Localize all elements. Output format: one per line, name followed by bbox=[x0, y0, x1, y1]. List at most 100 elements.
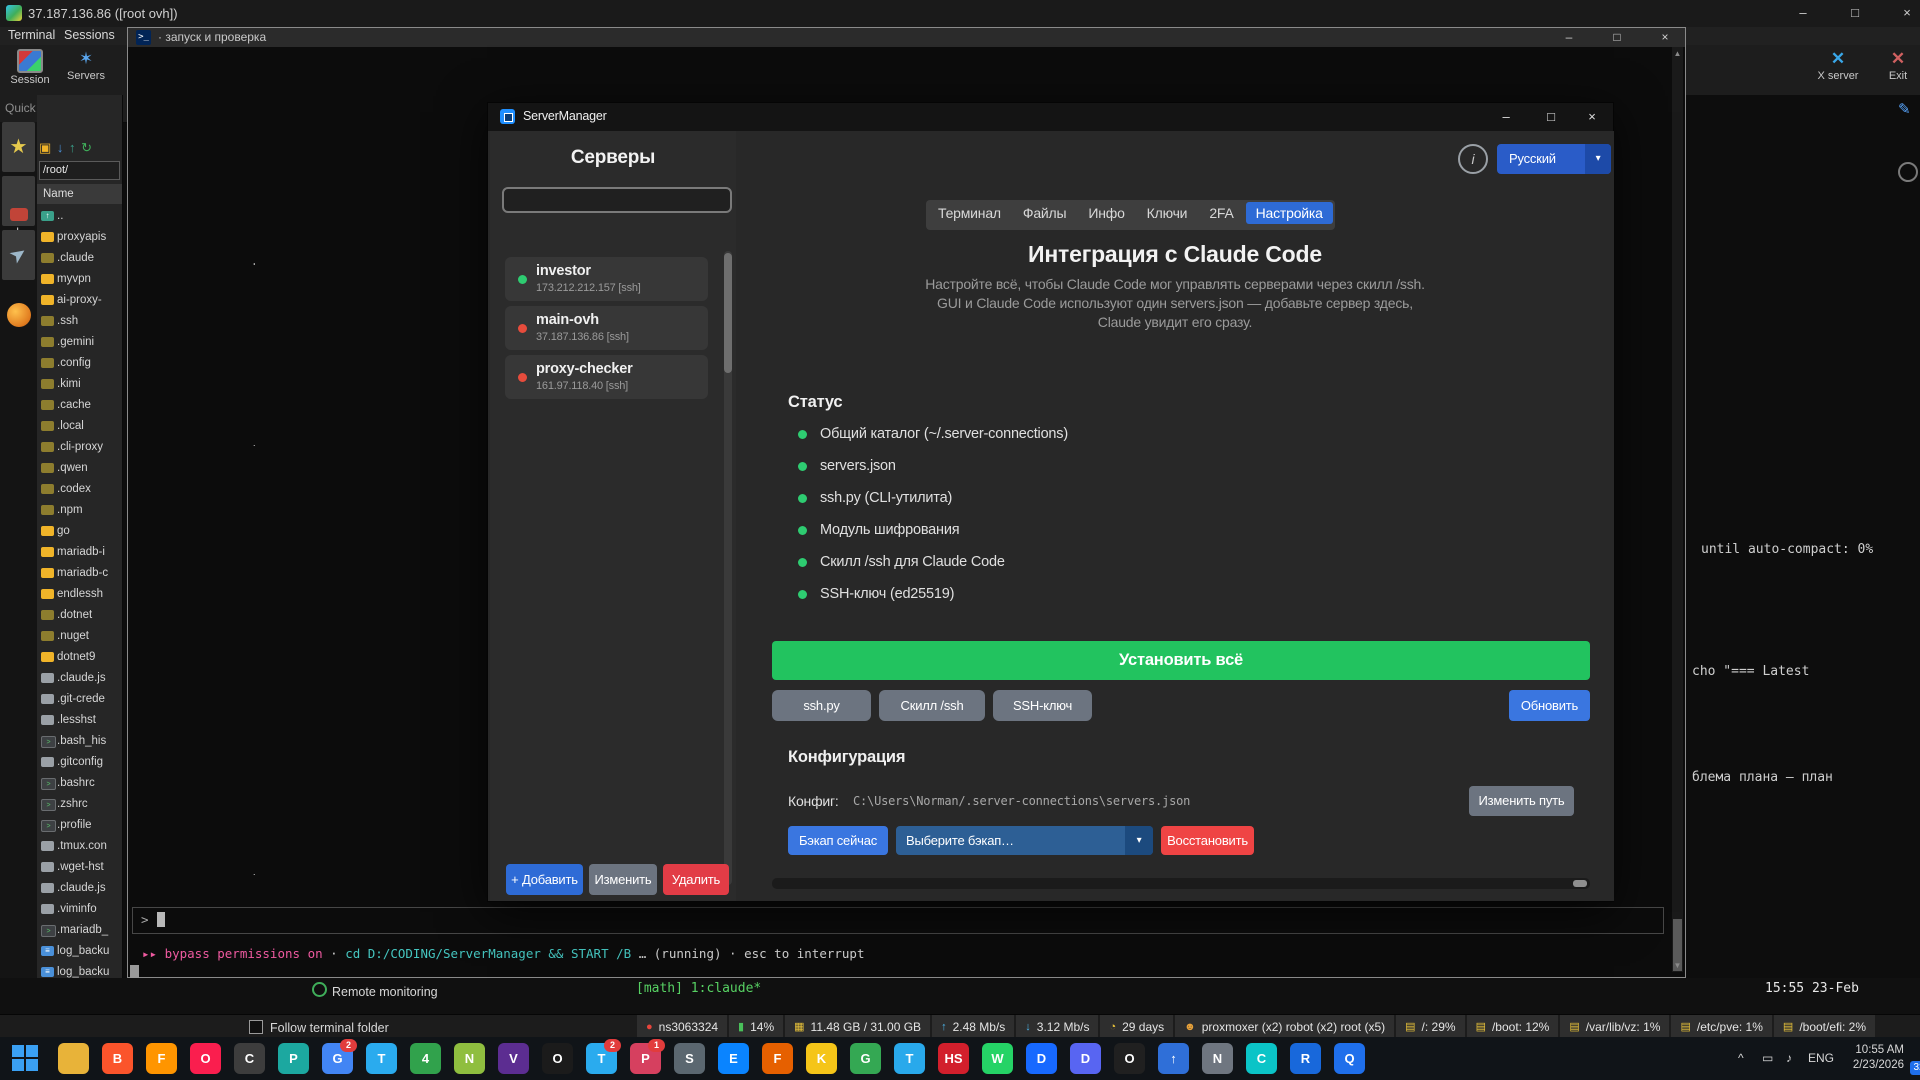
upload-icon[interactable]: ↑ bbox=[69, 140, 76, 155]
taskbar-icon[interactable]: 4 bbox=[410, 1043, 441, 1074]
download-icon[interactable]: ↓ bbox=[57, 140, 64, 155]
terminal-input-box[interactable]: > bbox=[132, 907, 1664, 934]
taskbar-icon[interactable]: N bbox=[454, 1043, 485, 1074]
file-row[interactable]: .mariadb_ bbox=[37, 920, 122, 941]
file-row[interactable]: .tmux.con bbox=[37, 836, 122, 857]
taskbar-icon[interactable]: T2 bbox=[586, 1043, 617, 1074]
circle-tool-icon[interactable] bbox=[1898, 162, 1918, 182]
menu-sessions[interactable]: Sessions bbox=[64, 28, 115, 42]
file-row[interactable]: .bashrc bbox=[37, 773, 122, 794]
taskbar-icon[interactable]: S bbox=[674, 1043, 705, 1074]
menu-terminal[interactable]: Terminal bbox=[8, 28, 55, 42]
taskbar-icon[interactable]: O bbox=[1114, 1043, 1145, 1074]
taskbar-icon[interactable]: F bbox=[762, 1043, 793, 1074]
taskbar-icon[interactable]: O bbox=[190, 1043, 221, 1074]
taskbar-icon[interactable] bbox=[58, 1043, 89, 1074]
maximize-button[interactable]: □ bbox=[1838, 3, 1872, 23]
start-button[interactable] bbox=[12, 1045, 38, 1071]
tools-icon[interactable] bbox=[2, 176, 35, 226]
file-row[interactable]: .cache bbox=[37, 395, 122, 416]
volume-icon[interactable]: ♪ bbox=[1786, 1051, 1792, 1065]
file-row[interactable]: .npm bbox=[37, 500, 122, 521]
sm-close-button[interactable]: × bbox=[1575, 106, 1609, 128]
file-row[interactable]: .claude.js bbox=[37, 668, 122, 689]
file-row[interactable]: .qwen bbox=[37, 458, 122, 479]
horizontal-scrollbar[interactable] bbox=[772, 878, 1590, 889]
taskbar-icon[interactable]: G bbox=[850, 1043, 881, 1074]
file-row[interactable]: .nuget bbox=[37, 626, 122, 647]
taskbar-icon[interactable]: W bbox=[982, 1043, 1013, 1074]
taskbar-icon[interactable]: D bbox=[1070, 1043, 1101, 1074]
tab[interactable]: Ключи bbox=[1137, 202, 1198, 224]
delete-server-button[interactable]: Удалить bbox=[663, 864, 729, 895]
install-all-button[interactable]: Установить всё bbox=[772, 641, 1590, 680]
file-row[interactable]: .ssh bbox=[37, 311, 122, 332]
x-server-button[interactable]: ✕ X server bbox=[1812, 47, 1864, 93]
tab[interactable]: Файлы bbox=[1013, 202, 1076, 224]
scroll-down-icon[interactable]: ▼ bbox=[1672, 961, 1683, 970]
file-row[interactable]: .config bbox=[37, 353, 122, 374]
file-row[interactable]: dotnet9 bbox=[37, 647, 122, 668]
file-row[interactable]: .dotnet bbox=[37, 605, 122, 626]
taskbar-icon[interactable]: ↑ bbox=[1158, 1043, 1189, 1074]
taskbar-icon[interactable]: O bbox=[542, 1043, 573, 1074]
favorites-icon[interactable]: ★ bbox=[2, 122, 35, 172]
taskbar-icon[interactable]: T bbox=[366, 1043, 397, 1074]
terminal-close-button[interactable]: × bbox=[1645, 28, 1685, 47]
file-row[interactable]: mariadb-i bbox=[37, 542, 122, 563]
file-row[interactable]: .codex bbox=[37, 479, 122, 500]
scroll-up-icon[interactable]: ▲ bbox=[1672, 49, 1683, 58]
terminal-maximize-button[interactable]: □ bbox=[1597, 28, 1637, 47]
taskbar-icon[interactable]: R bbox=[1290, 1043, 1321, 1074]
taskbar-icon[interactable]: D bbox=[1026, 1043, 1057, 1074]
file-row[interactable]: .git-crede bbox=[37, 689, 122, 710]
taskbar-icon[interactable]: HS bbox=[938, 1043, 969, 1074]
backup-select[interactable]: Выберите бэкап… ▾ bbox=[896, 826, 1153, 855]
file-row[interactable]: .claude.js bbox=[37, 878, 122, 899]
change-path-button[interactable]: Изменить путь bbox=[1469, 786, 1574, 816]
file-row[interactable]: .cli-proxy bbox=[37, 437, 122, 458]
tab[interactable]: 2FA bbox=[1199, 202, 1243, 224]
taskbar-icon[interactable]: P1 bbox=[630, 1043, 661, 1074]
file-row[interactable]: .wget-hst bbox=[37, 857, 122, 878]
path-input[interactable]: /root/ bbox=[39, 161, 120, 180]
taskbar-icon[interactable]: E bbox=[718, 1043, 749, 1074]
install-sshpy-button[interactable]: ssh.py bbox=[772, 690, 871, 721]
file-row[interactable]: ai-proxy- bbox=[37, 290, 122, 311]
sm-maximize-button[interactable]: □ bbox=[1534, 106, 1568, 128]
file-row[interactable]: .bash_his bbox=[37, 731, 122, 752]
tab[interactable]: Настройка bbox=[1246, 202, 1333, 224]
taskbar-icon[interactable]: G2 bbox=[322, 1043, 353, 1074]
scrollbar-thumb[interactable] bbox=[1573, 880, 1587, 887]
file-row[interactable]: .gitconfig bbox=[37, 752, 122, 773]
refresh-button[interactable]: Обновить bbox=[1509, 690, 1590, 721]
file-row[interactable]: .claude bbox=[37, 248, 122, 269]
minimize-button[interactable]: – bbox=[1786, 3, 1820, 23]
backup-now-button[interactable]: Бэкап сейчас bbox=[788, 826, 888, 855]
file-row[interactable]: .profile bbox=[37, 815, 122, 836]
taskbar-icon[interactable]: F bbox=[146, 1043, 177, 1074]
file-row[interactable]: .zshrc bbox=[37, 794, 122, 815]
language-select[interactable]: Русский ▾ bbox=[1497, 144, 1611, 174]
server-item-proxy-checker[interactable]: proxy-checker 161.97.118.40 [ssh] bbox=[505, 355, 708, 399]
add-server-button[interactable]: + Добавить bbox=[506, 864, 583, 895]
file-row[interactable]: .viminfo bbox=[37, 899, 122, 920]
taskbar-icon[interactable]: P bbox=[278, 1043, 309, 1074]
remote-monitoring-toggle[interactable]: Remote monitoring bbox=[312, 981, 438, 999]
edit-server-button[interactable]: Изменить bbox=[589, 864, 657, 895]
info-button[interactable]: i bbox=[1458, 144, 1488, 174]
refresh-icon[interactable]: ↻ bbox=[81, 140, 92, 155]
file-row[interactable]: myvpn bbox=[37, 269, 122, 290]
server-item-investor[interactable]: investor 173.212.212.157 [ssh] bbox=[505, 257, 708, 301]
language-indicator[interactable]: ENG bbox=[1808, 1051, 1834, 1065]
servers-button[interactable]: ✶ Servers bbox=[60, 47, 112, 93]
file-row[interactable]: endlessh bbox=[37, 584, 122, 605]
file-row[interactable]: .gemini bbox=[37, 332, 122, 353]
file-row[interactable]: log_backu bbox=[37, 941, 122, 962]
file-row[interactable]: .lesshst bbox=[37, 710, 122, 731]
file-row[interactable]: go bbox=[37, 521, 122, 542]
taskbar-icon[interactable]: T bbox=[894, 1043, 925, 1074]
folder-up-icon[interactable]: ▣ bbox=[39, 140, 51, 155]
notification-count[interactable]: 32 bbox=[1910, 1061, 1920, 1075]
sm-minimize-button[interactable]: – bbox=[1489, 106, 1523, 128]
